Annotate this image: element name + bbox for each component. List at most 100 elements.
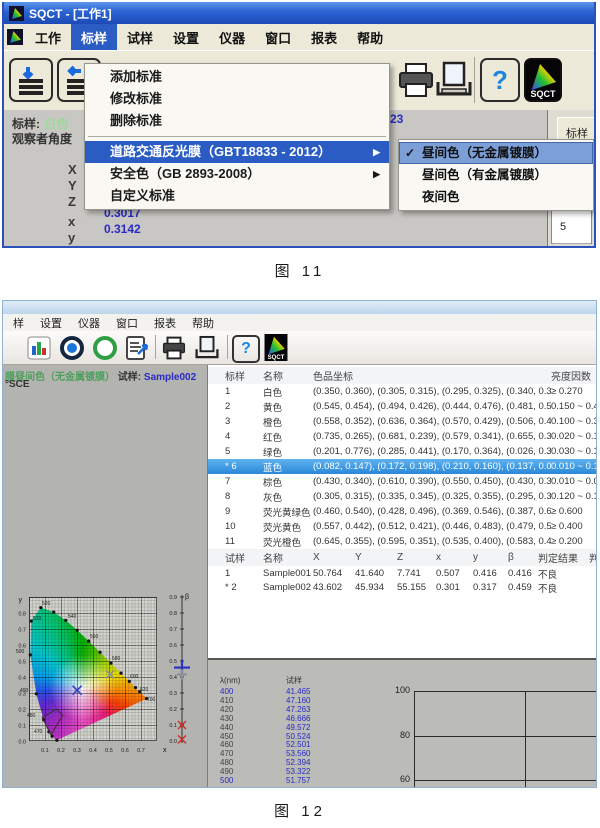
submenu-arrow-icon: ▶ xyxy=(373,141,380,163)
locus-dot xyxy=(76,629,79,632)
locus-dot xyxy=(64,619,67,622)
column-header: 名称 xyxy=(263,550,313,565)
cell: 0.317 xyxy=(473,582,508,593)
sample-marker-Sample001 xyxy=(106,670,114,678)
standards-row-白色[interactable]: 1白色(0.350, 0.360), (0.305, 0.315), (0.29… xyxy=(208,384,596,400)
sample-row-Sample002[interactable]: * 2Sample00243.60245.93455.1550.3010.317… xyxy=(208,580,596,596)
standards-row-红色[interactable]: 4红色(0.735, 0.265), (0.681, 0.239), (0.57… xyxy=(208,429,596,445)
title-bar-strip[interactable] xyxy=(3,301,596,314)
dropdown-item-4[interactable]: 道路交通反光膜（GBT18833 - 2012）▶ xyxy=(85,141,389,163)
standards-row-棕色[interactable]: 7棕色(0.430, 0.340), (0.610, 0.390), (0.55… xyxy=(208,474,596,490)
menu-item-窗口[interactable]: 窗口 xyxy=(108,315,146,331)
cell: 0.010 ~ 0.090 xyxy=(551,476,597,487)
menu-item-样[interactable]: 样 xyxy=(5,315,32,331)
title-bar[interactable]: SQCT - [工作1] xyxy=(4,2,594,24)
reflectance-value: 51.757 xyxy=(286,776,310,785)
print-button[interactable] xyxy=(160,334,187,361)
standards-row-蓝色[interactable]: * 6蓝色(0.082, 0.147), (0.172, 0.198), (0.… xyxy=(208,459,596,475)
menu-item-工作[interactable]: 工作 xyxy=(25,24,71,50)
fig12-menubar: 样设置仪器窗口报表帮助 xyxy=(3,314,596,331)
cell: (0.430, 0.340), (0.610, 0.390), (0.550, … xyxy=(313,476,551,487)
standards-row-荧光黄绿色[interactable]: 9荧光黄绿色(0.460, 0.540), (0.428, 0.496), (0… xyxy=(208,504,596,520)
standards-row-灰色[interactable]: 8灰色(0.305, 0.315), (0.335, 0.345), (0.32… xyxy=(208,489,596,505)
cell: 0.100 ~ 0.300 xyxy=(551,416,597,427)
graph-tick-80: 80 xyxy=(382,730,410,740)
menu-item-设置[interactable]: 设置 xyxy=(163,24,209,50)
fig12-bottom-panel: λ(nm)试样40041.46541047.16042047.26343046.… xyxy=(208,658,596,787)
geometry-mode-text: °SCE xyxy=(5,379,30,390)
menu-item-窗口[interactable]: 窗口 xyxy=(255,24,301,50)
dropdown-item-6[interactable]: 自定义标准 xyxy=(85,185,389,207)
row-number: 5 xyxy=(560,221,566,233)
submenu-item-0[interactable]: ✓昼间色（无金属镀膜） xyxy=(399,142,593,164)
dropdown-item-1[interactable]: 修改标准 xyxy=(85,88,389,110)
standards-row-黄色[interactable]: 2黄色(0.545, 0.454), (0.494, 0.426), (0.44… xyxy=(208,399,596,415)
export-report-button[interactable] xyxy=(123,334,150,361)
window-title: SQCT - [工作1] xyxy=(29,5,112,22)
menu-item-试样[interactable]: 试样 xyxy=(117,24,163,50)
checkmark-icon: ✓ xyxy=(405,142,415,164)
menu-item-报表[interactable]: 报表 xyxy=(146,315,184,331)
import-data-button[interactable] xyxy=(9,58,53,102)
submenu-item-1[interactable]: 昼间色（有金属镀膜） xyxy=(399,164,593,186)
partial-value: 23 xyxy=(390,112,403,126)
submenu-item-2[interactable]: 夜间色 xyxy=(399,186,593,208)
menu-item-帮助[interactable]: 帮助 xyxy=(347,24,393,50)
standards-row-橙色[interactable]: 3橙色(0.558, 0.352), (0.636, 0.364), (0.57… xyxy=(208,414,596,430)
sqct-window-xp: SQCT - [工作1] 工作标样试样设置仪器窗口报表帮助 xyxy=(2,2,596,248)
chart-view-button[interactable] xyxy=(25,334,52,361)
x-tick-0.5: 0.5 xyxy=(105,748,113,754)
menu-item-设置[interactable]: 设置 xyxy=(32,315,70,331)
cell: 黄色 xyxy=(263,400,313,414)
measure-standard-button[interactable] xyxy=(91,334,118,361)
menu-item-报表[interactable]: 报表 xyxy=(301,24,347,50)
column-header: Y xyxy=(355,552,397,563)
standards-row-绿色[interactable]: 5绿色(0.201, 0.776), (0.285, 0.441), (0.17… xyxy=(208,444,596,460)
beta-tick-0.4: 0.4 xyxy=(169,675,177,681)
standard-value: 白色 xyxy=(44,117,68,131)
sqct-logo-icon: SQCT xyxy=(526,60,560,100)
column-header: Z xyxy=(397,552,436,563)
menu-item-标样[interactable]: 标样 xyxy=(71,24,117,50)
cell: 0.507 xyxy=(436,568,473,579)
column-header: X xyxy=(313,552,355,563)
sqct-logo-button[interactable]: SQCT xyxy=(262,334,289,361)
cell: ≥ 0.200 xyxy=(551,536,596,547)
observer-angle-label: 观察者角度 xyxy=(12,130,82,147)
cie-overlay: yx0.80.70.60.50.40.30.20.10.00.10.20.30.… xyxy=(5,591,205,788)
sqct-logo-button[interactable]: SQCT xyxy=(524,58,562,102)
menu-item-仪器[interactable]: 仪器 xyxy=(70,315,108,331)
help-button[interactable]: ? xyxy=(480,58,520,102)
wavelength-value: 440 xyxy=(220,723,233,732)
y-tick-0.2: 0.2 xyxy=(18,708,26,714)
beta-axis-title: β xyxy=(185,594,189,601)
print-preview-button[interactable] xyxy=(432,58,476,102)
standards-row-荧光橙色[interactable]: 11荧光橙色(0.645, 0.355), (0.595, 0.351), (0… xyxy=(208,534,596,550)
wavelength-label-580: 580 xyxy=(112,656,121,662)
wavelength-value: 500 xyxy=(220,776,233,785)
cell: * 2 xyxy=(208,582,263,593)
toolbar-separator xyxy=(227,335,228,359)
standards-row-荧光黄色[interactable]: 10荧光黄色(0.557, 0.442), (0.512, 0.421), (0… xyxy=(208,519,596,535)
dropdown-item-2[interactable]: 删除标准 xyxy=(85,110,389,132)
cell: 55.155 xyxy=(397,582,436,593)
submenu-item-label: 昼间色（有金属镀膜） xyxy=(422,168,547,182)
menu-item-仪器[interactable]: 仪器 xyxy=(209,24,255,50)
locus-dot xyxy=(134,686,137,689)
beta-tick-0.1: 0.1 xyxy=(169,723,177,729)
cell: 0.120 ~ 0.180 xyxy=(551,491,597,502)
x-tick-0.3: 0.3 xyxy=(73,748,81,754)
dropdown-item-0[interactable]: 添加标准 xyxy=(85,66,389,88)
print-preview-button[interactable] xyxy=(193,334,220,361)
menu-separator xyxy=(88,136,386,137)
menu-item-帮助[interactable]: 帮助 xyxy=(184,315,222,331)
page: { "figure11": { "caption": "图 11", "titl… xyxy=(0,0,600,828)
sample-column-header: 试样 xyxy=(286,676,302,685)
cell: 7.741 xyxy=(397,568,436,579)
cell: 43.602 xyxy=(313,582,355,593)
standards-submenu: ✓昼间色（无金属镀膜） 昼间色（有金属镀膜） 夜间色 xyxy=(398,139,594,211)
dropdown-item-5[interactable]: 安全色（GB 2893-2008）▶ xyxy=(85,163,389,185)
measure-sample-button[interactable] xyxy=(58,334,85,361)
help-button[interactable]: ? xyxy=(232,335,260,363)
graph-axis-left xyxy=(414,691,415,787)
